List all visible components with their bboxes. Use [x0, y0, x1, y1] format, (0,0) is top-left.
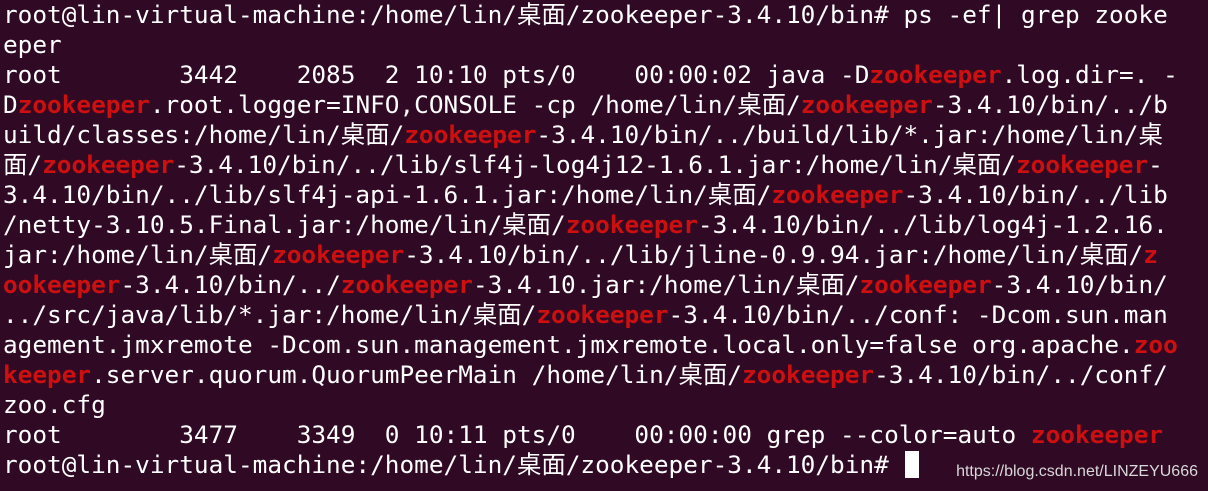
grep-match-text: zookeeper — [42, 150, 175, 179]
grep-match-text: zookeeper — [800, 90, 933, 119]
terminal-line: Dzookeeper.root.logger=INFO,CONSOLE -cp … — [3, 90, 1208, 120]
terminal-output[interactable]: root@lin-virtual-machine:/home/lin/桌面/zo… — [3, 0, 1208, 480]
terminal-text: -3.4.10/bin/../ — [120, 270, 341, 299]
terminal-text: eper — [3, 30, 62, 59]
terminal-line: agement.jmxremote -Dcom.sun.management.j… — [3, 330, 1208, 360]
terminal-text: -3.4.10.jar:/home/lin/桌面/ — [472, 270, 860, 299]
terminal-text: -3.4.10/bin/../conf/ — [874, 360, 1168, 389]
terminal-line: root@lin-virtual-machine:/home/lin/桌面/zo… — [3, 0, 1208, 30]
terminal-text: -3.4.10/bin/../lib/slf4j-log4j12-1.6.1.j… — [174, 150, 1016, 179]
grep-match-text: zookeeper — [741, 360, 875, 389]
text-cursor — [905, 451, 920, 478]
terminal-text: -3.4.10/bin/../lib/jline-0.9.94.jar:/hom… — [404, 240, 1144, 269]
grep-match-text: zookeeper — [536, 300, 669, 329]
terminal-text: -3.4.10/bin/../lib/log4j-1.2.16. — [697, 210, 1168, 239]
terminal-text: D — [3, 90, 18, 119]
terminal-line: uild/classes:/home/lin/桌面/zookeeper-3.4.… — [3, 120, 1208, 150]
grep-match-text: keeper — [3, 360, 92, 389]
terminal-text: root@lin-virtual-machine:/home/lin/桌面/zo… — [3, 450, 904, 479]
grep-match-text: zookeeper — [340, 270, 473, 299]
terminal-text: -3.4.10/bin/../build/lib/*.jar:/home/lin… — [536, 120, 1163, 149]
grep-match-text: zookeeper — [565, 210, 698, 239]
terminal-line: keeper.server.quorum.QuorumPeerMain /hom… — [3, 360, 1208, 390]
grep-match-text: zookeeper — [17, 90, 150, 119]
terminal-line: root 3442 2085 2 10:10 pts/0 00:00:02 ja… — [3, 60, 1208, 90]
terminal-text: root 3477 3349 0 10:11 pts/0 00:00:00 gr… — [3, 420, 1031, 449]
terminal-line: jar:/home/lin/桌面/zookeeper-3.4.10/bin/..… — [3, 240, 1208, 270]
terminal-line: ookeeper-3.4.10/bin/../zookeeper-3.4.10.… — [3, 270, 1208, 300]
grep-match-text: zookeeper — [1030, 420, 1164, 449]
terminal-text: 面/ — [3, 150, 43, 179]
terminal-text: -3.4.10/bin/../b — [932, 90, 1168, 119]
grep-match-text: zookeeper — [272, 240, 405, 269]
terminal-text: zoo.cfg — [3, 390, 106, 419]
terminal-line: zoo.cfg — [3, 390, 1208, 420]
terminal-line: root 3477 3349 0 10:11 pts/0 00:00:00 gr… — [3, 420, 1208, 450]
watermark: https://blog.csdn.net/LINZEYU666 — [956, 463, 1198, 480]
terminal-text: agement.jmxremote -Dcom.sun.management.j… — [3, 330, 1134, 359]
terminal-text: root 3442 2085 2 10:10 pts/0 00:00:02 ja… — [3, 60, 870, 89]
terminal-line: /netty-3.10.5.Final.jar:/home/lin/桌面/zoo… — [3, 210, 1208, 240]
terminal-text: jar:/home/lin/桌面/ — [3, 240, 273, 269]
terminal-text: - — [1148, 150, 1163, 179]
grep-match-text: zookeeper — [771, 180, 904, 209]
terminal-line: 3.4.10/bin/../lib/slf4j-api-1.6.1.jar:/h… — [3, 180, 1208, 210]
terminal-text: 3.4.10/bin/../lib/slf4j-api-1.6.1.jar:/h… — [3, 180, 772, 209]
grep-match-text: zookeeper — [1016, 150, 1149, 179]
terminal-text: -3.4.10/bin/../conf: -Dcom.sun.man — [668, 300, 1168, 329]
terminal-window[interactable]: root@lin-virtual-machine:/home/lin/桌面/zo… — [0, 0, 1208, 491]
terminal-text: -3.4.10/bin/../lib — [903, 180, 1168, 209]
terminal-text: uild/classes:/home/lin/桌面/ — [3, 120, 405, 149]
grep-match-text: zoo — [1133, 330, 1178, 359]
terminal-text: .root.logger=INFO,CONSOLE -cp /home/lin/… — [149, 90, 801, 119]
grep-match-text: zookeeper — [404, 120, 537, 149]
grep-match-text: zookeeper — [869, 60, 1002, 89]
terminal-text: -3.4.10/bin/ — [991, 270, 1168, 299]
grep-match-text: ookeeper — [3, 270, 121, 299]
terminal-text: root@lin-virtual-machine:/home/lin/桌面/zo… — [3, 0, 1168, 29]
terminal-text: /netty-3.10.5.Final.jar:/home/lin/桌面/ — [3, 210, 566, 239]
terminal-text: .server.quorum.QuorumPeerMain /home/lin/… — [91, 360, 742, 389]
grep-match-text: z — [1143, 240, 1158, 269]
terminal-line: ../src/java/lib/*.jar:/home/lin/桌面/zooke… — [3, 300, 1208, 330]
terminal-line: 面/zookeeper-3.4.10/bin/../lib/slf4j-log4… — [3, 150, 1208, 180]
terminal-text: ../src/java/lib/*.jar:/home/lin/桌面/ — [3, 300, 537, 329]
terminal-line: eper — [3, 30, 1208, 60]
terminal-text: .log.dir=. - — [1001, 60, 1178, 89]
grep-match-text: zookeeper — [859, 270, 992, 299]
